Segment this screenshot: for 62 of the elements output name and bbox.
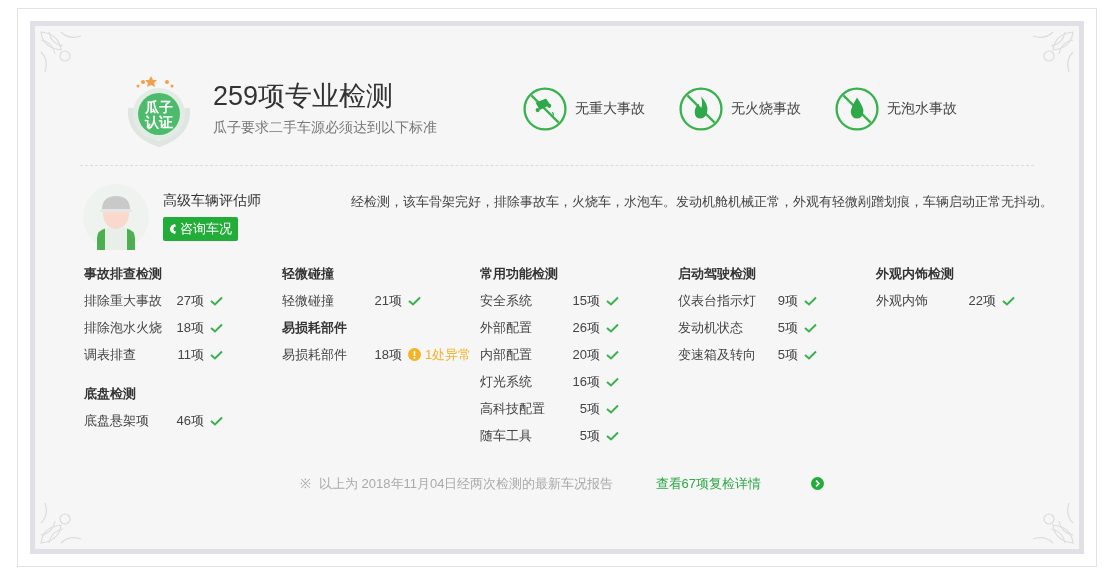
check-item-name: 发动机状态 — [678, 318, 744, 337]
check-item-count: 20项 — [571, 345, 600, 364]
reference-mark: ※ — [300, 475, 311, 493]
check-item-count: 5项 — [578, 426, 600, 445]
car-crash-icon — [523, 86, 567, 131]
guarantee-label: 无火烧事故 — [731, 99, 801, 118]
check-item-count: 46项 — [175, 411, 204, 430]
check-item-name: 安全系统 — [480, 291, 533, 310]
inspection-summary: 经检测，该车骨架完好，排除事故车，火烧车，水泡车。发动机舱机械正常，外观有轻微剐蹭划痕，车辆启动正常无抖动。 — [351, 193, 1053, 211]
check-item-count: 27项 — [175, 291, 204, 310]
flame-icon — [679, 86, 723, 131]
check-item-name: 高科技配置 — [480, 399, 546, 418]
consult-button[interactable]: 咨询车况 — [163, 217, 238, 241]
check-item-count: 21项 — [373, 291, 402, 310]
page-title: 259项专业检测 — [213, 80, 395, 113]
group-heading: 常用功能检测 — [480, 265, 559, 283]
check-item-name: 灯光系统 — [480, 372, 533, 391]
check-item-count: 11项 — [176, 345, 204, 364]
check-item-name: 变速箱及转向 — [678, 345, 757, 364]
evaluator-title: 高级车辆评估师 — [163, 191, 262, 210]
check-item-count: 5项 — [776, 345, 798, 364]
corner-ornament-icon — [1031, 501, 1075, 545]
group-heading: 轻微碰撞 — [282, 265, 335, 283]
check-item-count: 18项 — [373, 345, 402, 364]
check-item-count: 5项 — [578, 399, 600, 418]
evaluator-avatar — [83, 184, 149, 250]
group-heading: 外观内饰检测 — [876, 265, 955, 283]
badge-text: 瓜子认证 — [143, 99, 174, 130]
chevron-right-icon[interactable] — [810, 477, 824, 491]
guarantee-label: 无重大事故 — [575, 99, 645, 118]
check-item-count: 5项 — [776, 318, 798, 337]
check-item-name: 底盘悬架项 — [84, 411, 150, 430]
check-item-name: 仪表台指示灯 — [678, 291, 757, 310]
check-item-name: 内部配置 — [480, 345, 533, 364]
phone-icon — [169, 223, 177, 235]
subtitle: 瓜子要求二手车源必须达到以下标准 — [213, 118, 438, 137]
check-item-name: 调表排查 — [84, 345, 137, 364]
anomaly-note: 1处异常 — [425, 345, 472, 364]
check-item-name: 排除泡水火烧 — [84, 318, 163, 337]
check-item-name: 易损耗部件 — [282, 345, 348, 364]
check-item-count: 22项 — [967, 291, 996, 310]
check-item-name: 排除重大事故 — [84, 291, 163, 310]
check-item-count: 18项 — [175, 318, 204, 337]
group-heading: 启动驾驶检测 — [678, 265, 757, 283]
corner-ornament-icon — [39, 501, 83, 545]
report-note: 以上为 2018年11月04日经两次检测的最新车况报告 — [319, 475, 614, 493]
check-item-count: 15项 — [571, 291, 600, 310]
check-item-count: 26项 — [571, 318, 600, 337]
guarantee-label: 无泡水事故 — [887, 99, 957, 118]
group-heading: 事故排查检测 — [84, 265, 163, 283]
group-heading: 底盘检测 — [84, 385, 137, 403]
water-drop-icon — [835, 86, 879, 131]
corner-ornament-icon — [39, 30, 83, 74]
check-item-count: 16项 — [571, 372, 600, 391]
check-item-name: 外观内饰 — [876, 291, 929, 310]
recheck-details-link[interactable]: 查看67项复检详情 — [655, 474, 761, 494]
check-item-name: 外部配置 — [480, 318, 533, 337]
check-item-name: 随车工具 — [480, 426, 533, 445]
corner-ornament-icon — [1031, 30, 1075, 74]
check-item-count: 9项 — [776, 291, 798, 310]
group-heading: 易损耗部件 — [282, 319, 348, 337]
check-item-name: 轻微碰撞 — [282, 291, 335, 310]
